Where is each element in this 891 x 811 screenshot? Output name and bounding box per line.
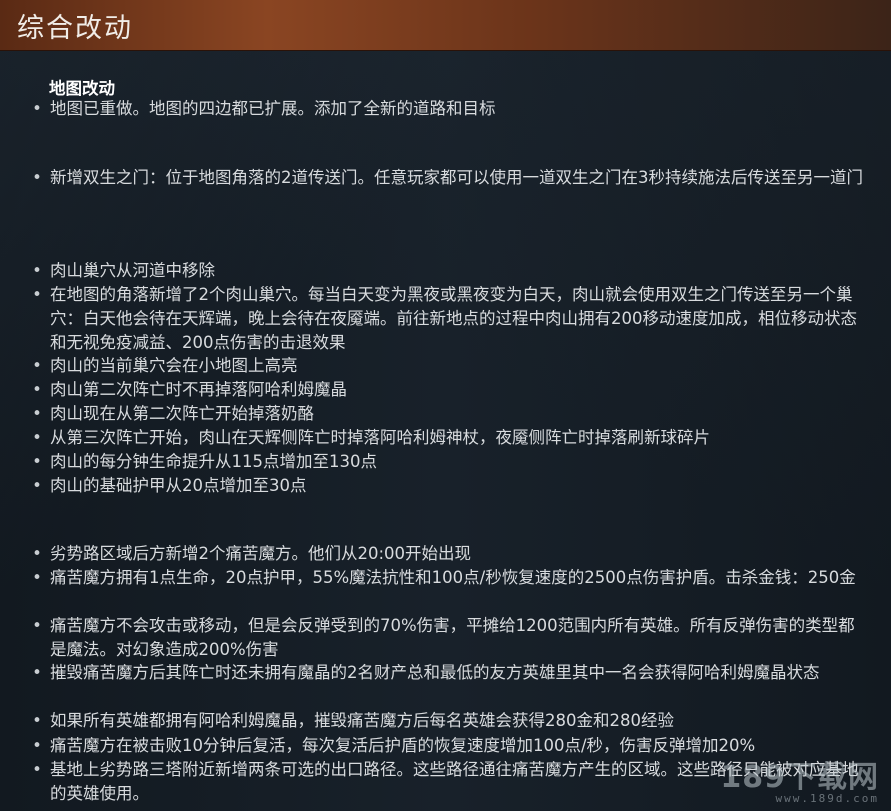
bullet-icon: •: [32, 356, 42, 375]
bullet-icon: •: [32, 663, 42, 682]
list-item-text: 地图已重做。地图的四边都已扩展。添加了全新的道路和目标: [50, 99, 496, 118]
list-item-text: 从第三次阵亡开始，肉山在天辉侧阵亡时掉落阿哈利姆神杖，夜魇侧阵亡时掉落刷新球碎片: [50, 428, 710, 447]
bullet-icon: •: [32, 99, 42, 118]
bullet-icon: •: [32, 568, 42, 587]
list-item-text: 痛苦魔方不会攻击或移动，但是会反弹受到的70%伤害，平摊给1200范围内所有英雄…: [50, 616, 855, 659]
section-title-map-changes: 地图改动: [49, 79, 115, 98]
bullet-icon: •: [32, 452, 42, 471]
bullet-icon: •: [32, 711, 42, 730]
page-header: 综合改动: [0, 0, 891, 50]
bullet-icon: •: [32, 760, 42, 779]
list-item-text: 肉山的基础护甲从20点增加至30点: [50, 476, 307, 495]
bullet-icon: •: [32, 168, 42, 187]
bullet-icon: •: [32, 428, 42, 447]
list-item-text: 肉山的当前巢穴会在小地图上高亮: [50, 356, 298, 375]
bullet-icon: •: [32, 285, 42, 304]
page-title: 综合改动: [17, 13, 133, 44]
list-item-text: 摧毁痛苦魔方后其阵亡时还未拥有魔晶的2名财产总和最低的友方英雄里其中一名会获得阿…: [50, 663, 820, 682]
bullet-icon: •: [32, 616, 42, 635]
list-item-text: 基地上劣势路三塔附近新增两条可选的出口路径。这些路径通往痛苦魔方产生的区域。这些…: [50, 760, 859, 803]
bullet-icon: •: [32, 736, 42, 755]
list-item-text: 痛苦魔方拥有1点生命，20点护甲，55%魔法抗性和100点/秒恢复速度的2500…: [50, 568, 856, 587]
list-item-text: 肉山第二次阵亡时不再掉落阿哈利姆魔晶: [50, 380, 347, 399]
bullet-icon: •: [32, 261, 42, 280]
list-item-text: 肉山的每分钟生命提升从115点增加至130点: [50, 452, 377, 471]
list-item-text: 肉山现在从第二次阵亡开始掉落奶酪: [50, 404, 314, 423]
bullet-icon: •: [32, 404, 42, 423]
list-item-text: 肉山巢穴从河道中移除: [50, 261, 215, 280]
list-item-text: 痛苦魔方在被击败10分钟后复活，每次复活后护盾的恢复速度增加100点/秒，伤害反…: [50, 736, 756, 755]
list-item-text: 如果所有英雄都拥有阿哈利姆魔晶，摧毁痛苦魔方后每名英雄会获得280金和280经验: [50, 711, 674, 730]
list-item-text: 在地图的角落新增了2个肉山巢穴。每当白天变为黑夜或黑夜变为白天，肉山就会使用双生…: [50, 285, 857, 352]
bullet-icon: •: [32, 544, 42, 563]
list-item-text: 劣势路区域后方新增2个痛苦魔方。他们从20:00开始出现: [50, 544, 472, 563]
bullet-icon: •: [32, 476, 42, 495]
bullet-icon: •: [32, 380, 42, 399]
list-item-text: 新增双生之门：位于地图角落的2道传送门。任意玩家都可以使用一道双生之门在3秒持续…: [50, 168, 863, 187]
